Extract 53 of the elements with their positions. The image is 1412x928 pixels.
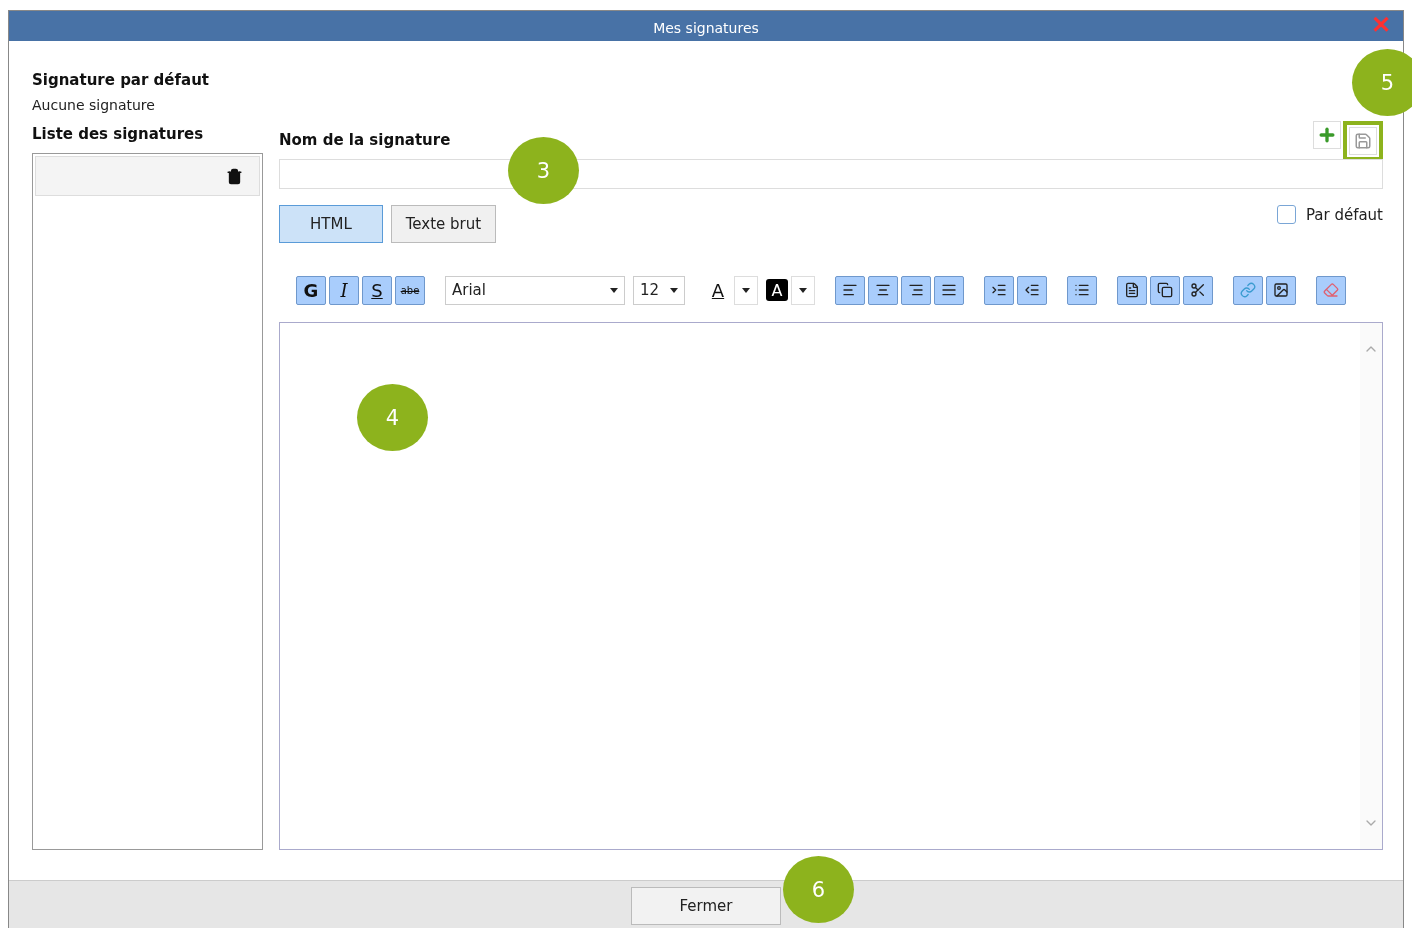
align-justify-button[interactable] xyxy=(934,275,964,305)
align-center-icon xyxy=(875,282,891,298)
align-justify-icon xyxy=(941,282,957,298)
list-icon xyxy=(1074,282,1090,298)
mode-tab[interactable]: HTML xyxy=(279,205,383,243)
indent-button[interactable] xyxy=(984,275,1014,305)
close-dialog-button[interactable]: Fermer xyxy=(631,887,781,925)
save-icon xyxy=(1354,132,1372,150)
eraser-button[interactable] xyxy=(1316,275,1346,305)
link-icon xyxy=(1240,282,1256,298)
copy-button[interactable] xyxy=(1150,275,1180,305)
align-right-button[interactable] xyxy=(901,275,931,305)
window-title: Mes signatures xyxy=(653,20,759,36)
indent-icon xyxy=(991,282,1007,298)
eraser-icon xyxy=(1323,282,1339,298)
outdent-icon xyxy=(1024,282,1040,298)
align-left-icon xyxy=(842,282,858,298)
size-dropdown[interactable]: 12 xyxy=(633,275,685,305)
image-button[interactable] xyxy=(1266,275,1296,305)
trash-icon[interactable] xyxy=(226,167,243,185)
mode-tab[interactable]: Texte brut xyxy=(390,205,497,243)
scissors-icon xyxy=(1190,282,1206,298)
default-signature-value: Aucune signature xyxy=(32,97,156,113)
signature-name-field[interactable] xyxy=(279,159,1383,189)
signature-name-label: Nom de la signature xyxy=(279,131,451,149)
signature-list-label: Liste des signatures xyxy=(32,125,205,143)
align-left-button[interactable] xyxy=(835,275,865,305)
font-dropdown[interactable]: Arial xyxy=(445,275,625,305)
document-icon xyxy=(1124,282,1140,298)
italic-button[interactable]: I xyxy=(329,275,359,305)
caret-icon xyxy=(742,287,750,293)
plus-icon xyxy=(1317,125,1337,145)
save-button[interactable] xyxy=(1349,127,1377,155)
background-color-button[interactable]: A xyxy=(766,279,788,301)
default-checkbox-label: Par défaut xyxy=(1305,205,1383,224)
default-checkbox[interactable] xyxy=(1276,205,1296,224)
strike-button[interactable]: abe xyxy=(395,275,425,305)
caret-icon xyxy=(799,287,807,293)
underline-button[interactable]: S xyxy=(362,275,392,305)
align-center-button[interactable] xyxy=(868,275,898,305)
add-button[interactable] xyxy=(1313,121,1341,149)
text-color-button[interactable]: A xyxy=(705,275,731,305)
bold-button[interactable]: G xyxy=(296,275,326,305)
list-button[interactable] xyxy=(1067,275,1097,305)
align-right-icon xyxy=(908,282,924,298)
scissors-button[interactable] xyxy=(1183,275,1213,305)
document-button[interactable] xyxy=(1117,275,1147,305)
dropdown-button[interactable] xyxy=(734,275,758,305)
outdent-button[interactable] xyxy=(1017,275,1047,305)
copy-icon xyxy=(1157,282,1173,298)
default-signature-label: Signature par défaut xyxy=(32,71,210,89)
dropdown-button[interactable] xyxy=(791,275,815,305)
image-icon xyxy=(1273,282,1289,298)
